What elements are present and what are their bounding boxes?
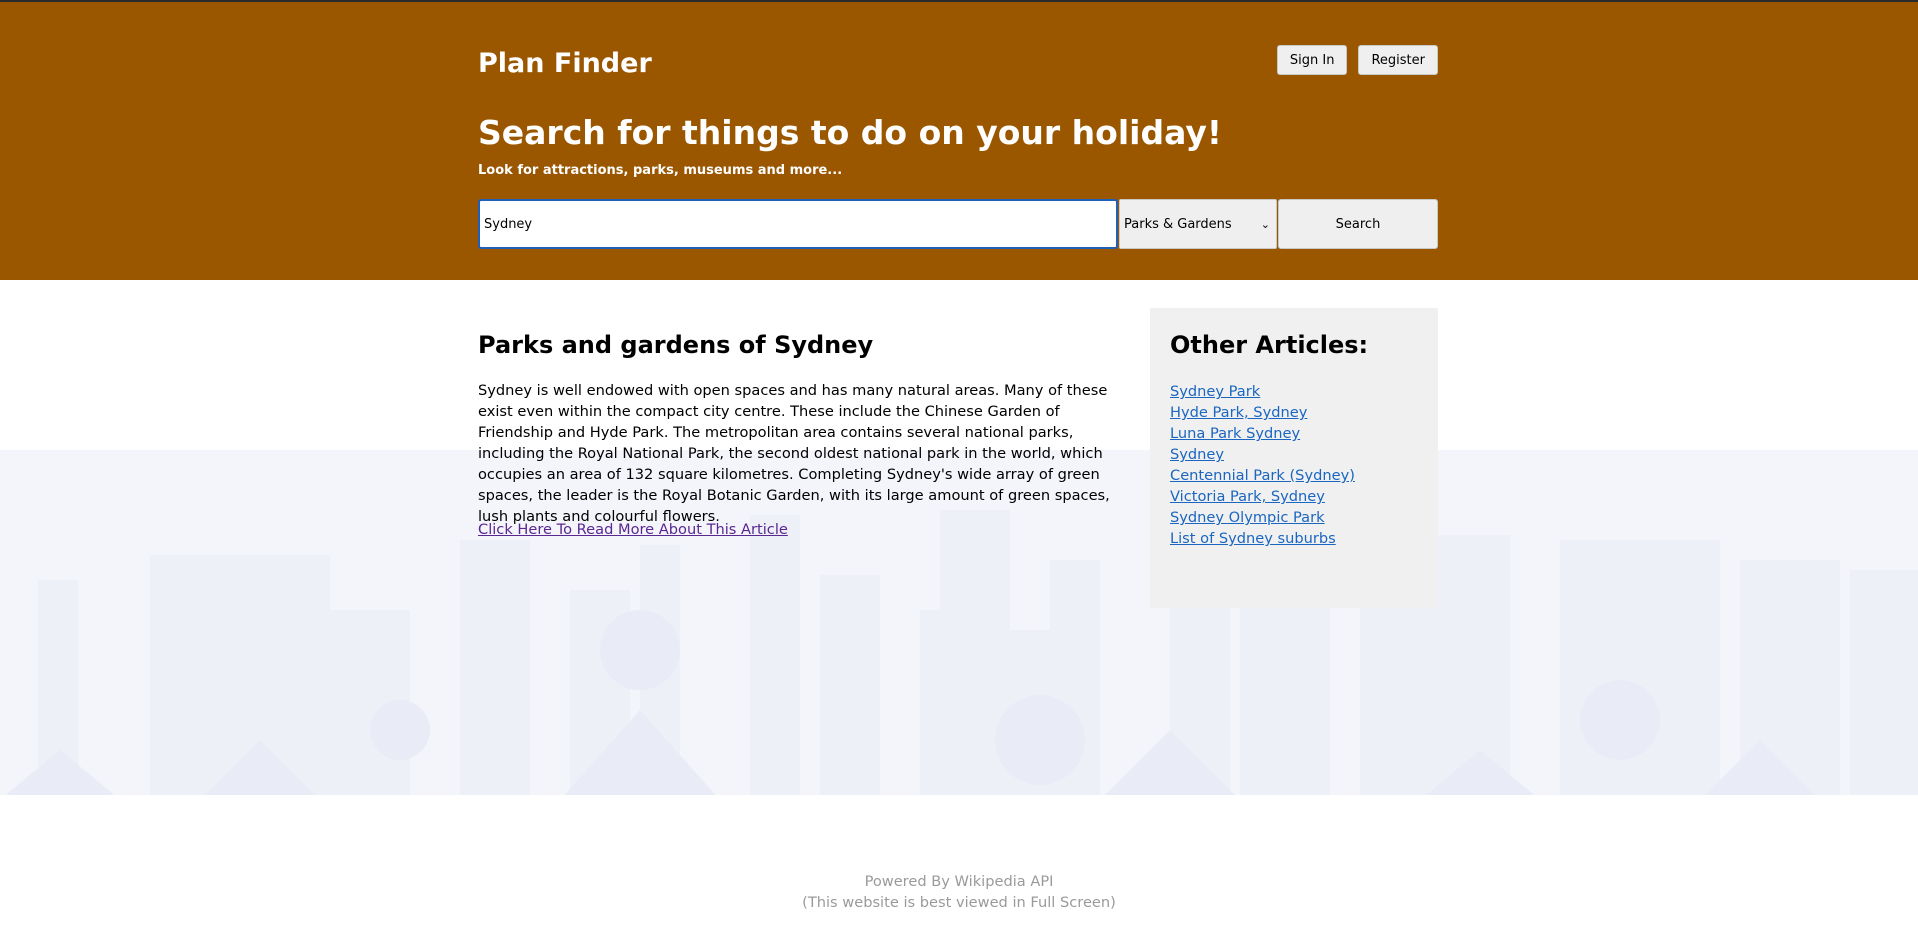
article-body: Sydney is well endowed with open spaces … [478, 382, 1110, 525]
page-footer: Powered By Wikipedia API (This website i… [0, 871, 1918, 913]
hero-title: Search for things to do on your holiday! [478, 113, 1222, 152]
list-item: Sydney [1170, 443, 1355, 464]
auth-buttons: Sign In Register [1276, 45, 1438, 75]
sign-in-button[interactable]: Sign In [1276, 45, 1348, 75]
list-item: Victoria Park, Sydney [1170, 485, 1355, 506]
fullscreen-note: (This website is best viewed in Full Scr… [802, 894, 1116, 911]
read-more-link[interactable]: Click Here To Read More About This Artic… [478, 521, 788, 538]
other-article-link[interactable]: Centennial Park (Sydney) [1170, 467, 1355, 484]
other-article-link[interactable]: Sydney Park [1170, 383, 1260, 400]
other-article-link[interactable]: Victoria Park, Sydney [1170, 488, 1325, 505]
hero-subtitle: Look for attractions, parks, museums and… [478, 163, 843, 178]
hero-header: Plan Finder Sign In Register Search for … [0, 2, 1918, 280]
category-select[interactable]: Parks & Gardens ⌄ [1119, 199, 1277, 249]
list-item: Centennial Park (Sydney) [1170, 464, 1355, 485]
other-article-link[interactable]: Luna Park Sydney [1170, 425, 1300, 442]
list-item: Luna Park Sydney [1170, 422, 1355, 443]
other-article-link[interactable]: Hyde Park, Sydney [1170, 404, 1307, 421]
other-article-link[interactable]: Sydney Olympic Park [1170, 509, 1325, 526]
list-item: Hyde Park, Sydney [1170, 401, 1355, 422]
powered-by-text: Powered By Wikipedia API [864, 873, 1054, 890]
register-button[interactable]: Register [1358, 45, 1438, 75]
search-bar: Parks & Gardens ⌄ Search [478, 199, 1438, 249]
city-skyline-illustration [0, 280, 1918, 929]
chevron-down-icon: ⌄ [1260, 217, 1270, 231]
category-selected-value: Parks & Gardens [1124, 216, 1232, 232]
search-input[interactable] [478, 199, 1118, 249]
other-articles-list: Sydney Park Hyde Park, Sydney Luna Park … [1170, 380, 1355, 548]
brand-logo[interactable]: Plan Finder [478, 48, 652, 79]
list-item: List of Sydney suburbs [1170, 527, 1355, 548]
list-item: Sydney Park [1170, 380, 1355, 401]
other-article-link[interactable]: Sydney [1170, 446, 1224, 463]
search-button[interactable]: Search [1278, 199, 1438, 249]
article-title: Parks and gardens of Sydney [478, 331, 874, 359]
other-articles-panel: Other Articles: Sydney Park Hyde Park, S… [1150, 308, 1438, 608]
other-articles-title: Other Articles: [1170, 331, 1369, 359]
other-article-link[interactable]: List of Sydney suburbs [1170, 530, 1336, 547]
list-item: Sydney Olympic Park [1170, 506, 1355, 527]
